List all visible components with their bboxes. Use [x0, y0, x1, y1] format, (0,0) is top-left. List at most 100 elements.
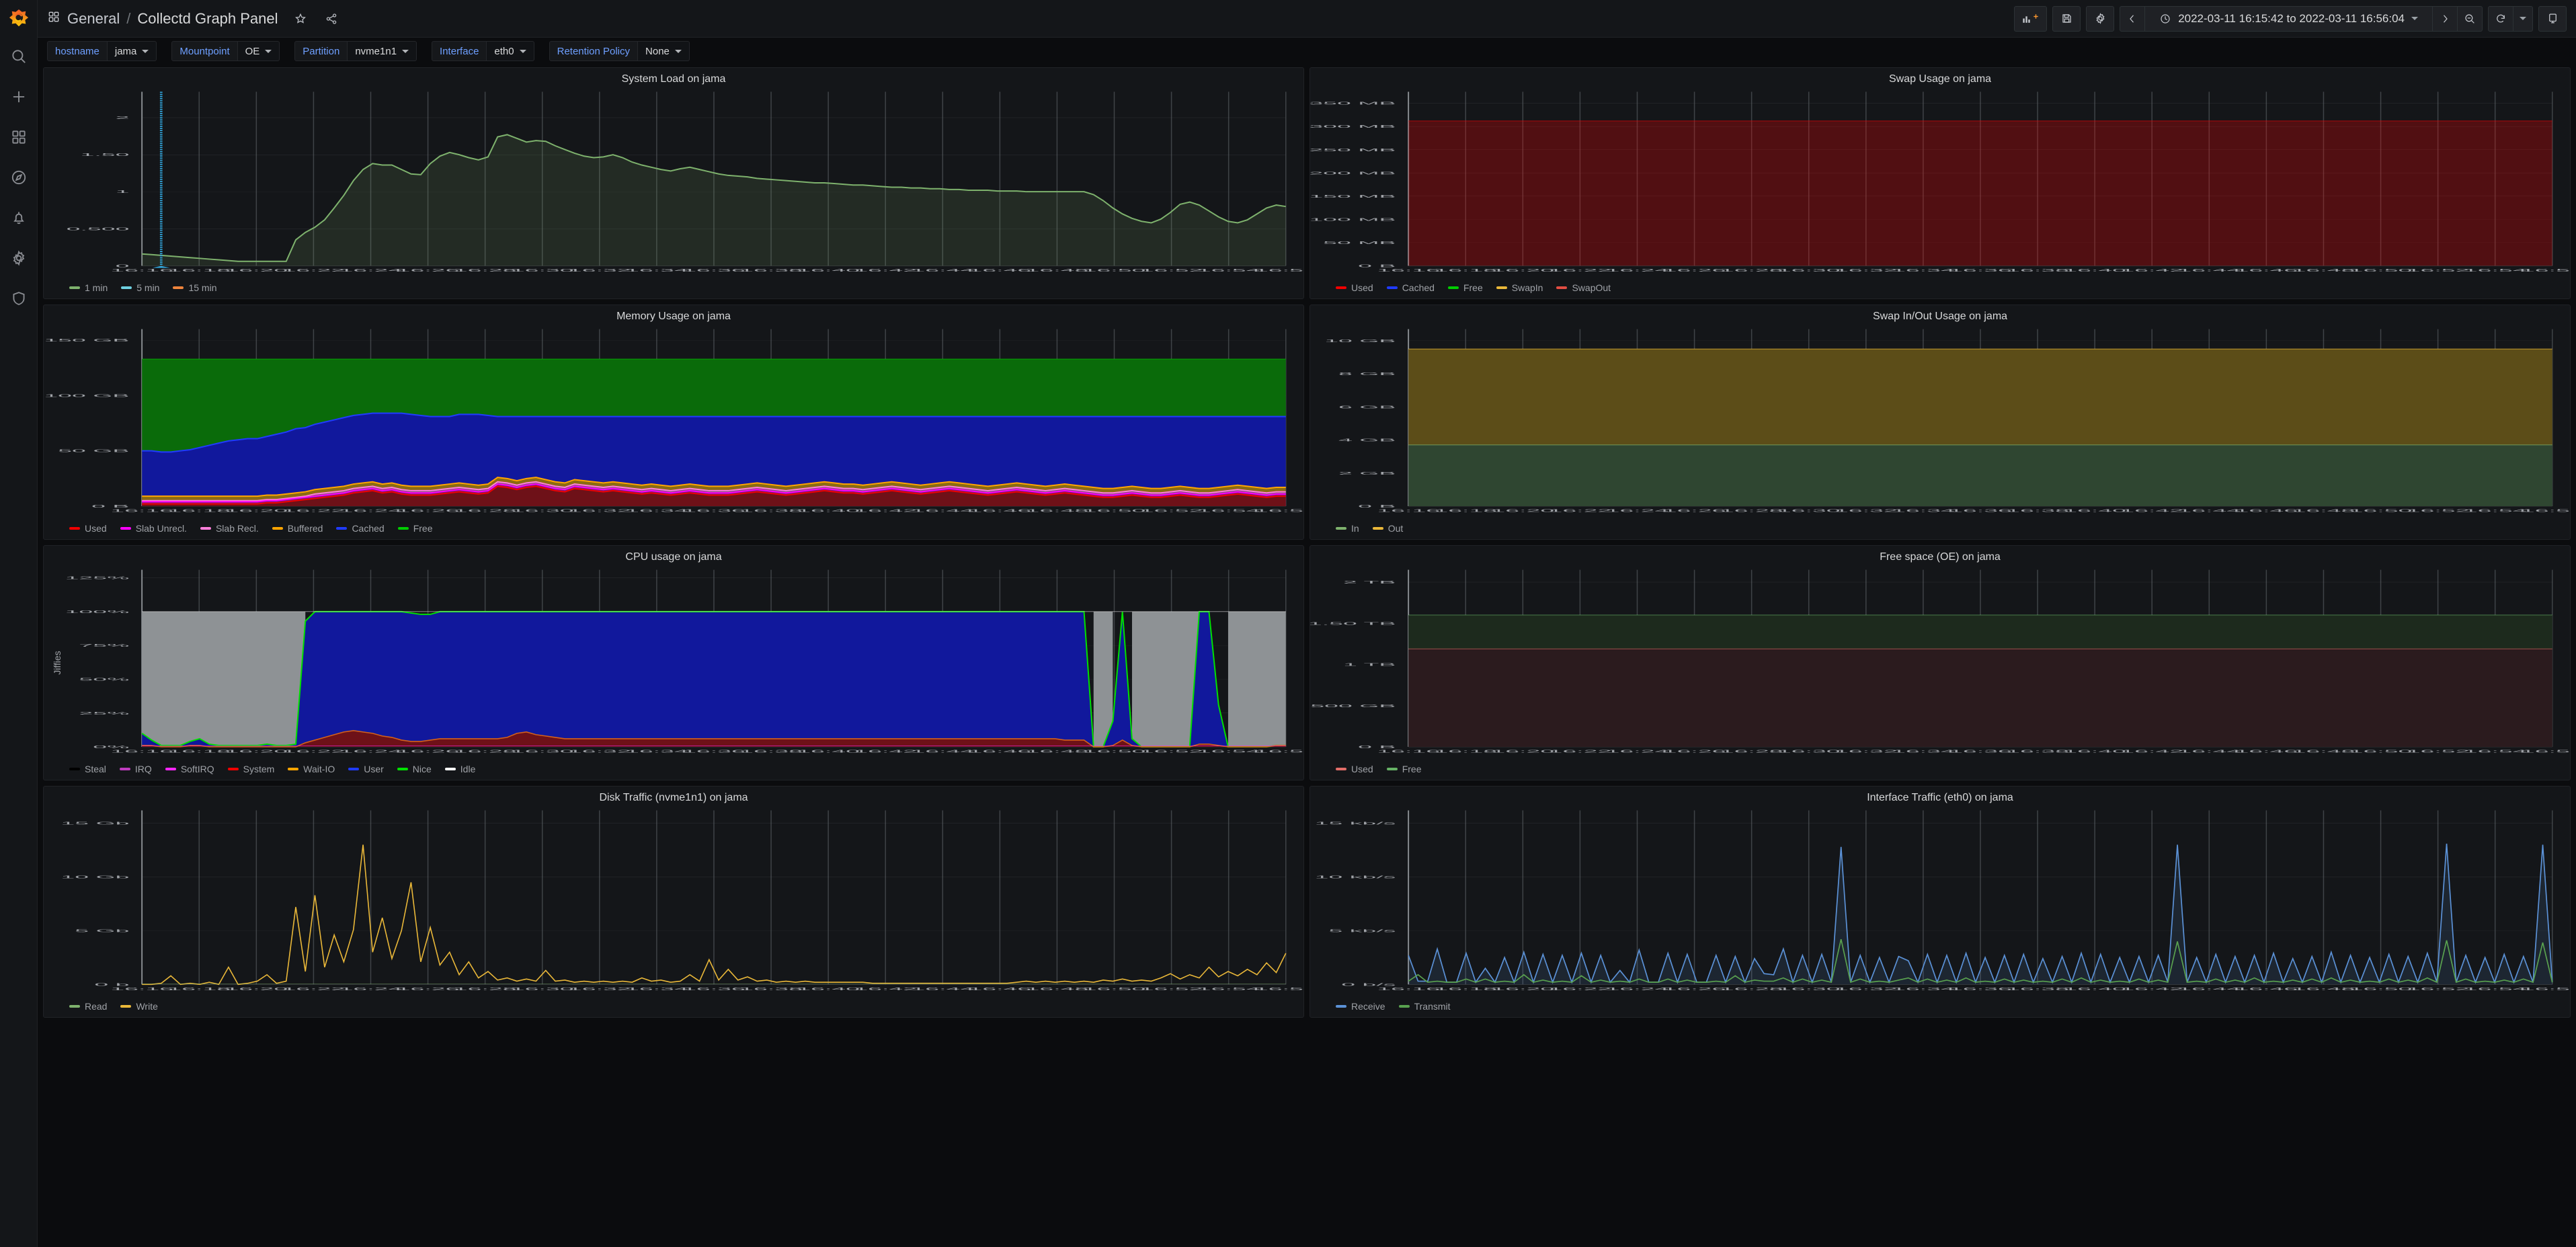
svg-text:16:34: 16:34	[625, 509, 688, 514]
panel-plot-area[interactable]: 0 B 500 GB 1 TB 1.50 TB 2 TB 16:16 16:18 16:20 1…	[1310, 565, 2570, 761]
panel-title[interactable]: Disk Traffic (nvme1n1) on jama	[44, 787, 1303, 805]
chart-canvas[interactable]: 0 B 50 GB 100 GB 150 GB 16:16 16:18 16:20 16:22…	[44, 324, 1303, 520]
legend-item[interactable]: Receive	[1336, 1001, 1385, 1012]
legend-item[interactable]: Buffered	[272, 523, 323, 534]
add-panel-button[interactable]	[2014, 5, 2048, 32]
legend-item[interactable]: 15 min	[173, 282, 217, 293]
legend-item[interactable]: Used	[1336, 764, 1373, 774]
legend-item[interactable]: Nice	[397, 764, 432, 774]
variable-value-dropdown[interactable]: None	[638, 41, 690, 61]
svg-text:16:36: 16:36	[1949, 750, 2012, 754]
legend-item[interactable]: In	[1336, 523, 1359, 534]
legend-item[interactable]: Transmit	[1398, 1001, 1451, 1012]
time-shift-back-button[interactable]	[2120, 5, 2146, 32]
grafana-logo[interactable]	[0, 0, 38, 38]
panel-system-load[interactable]: System Load on jama 0 0.500 1 1.50 2 16:16 16:1…	[43, 67, 1304, 299]
panel-title[interactable]: Swap In/Out Usage on jama	[1310, 305, 2570, 324]
panel-interface-traffic[interactable]: Interface Traffic (eth0) on jama 0 b/s 5 k…	[1310, 786, 2571, 1018]
legend-item[interactable]: 1 min	[69, 282, 108, 293]
chart-canvas[interactable]: 0 b5 Gb 10 Gb 15 Gb 16:16 16:18 16:20 16:22 16:…	[44, 805, 1303, 998]
legend-item[interactable]: Out	[1372, 523, 1403, 534]
panel-title[interactable]: Free space (OE) on jama	[1310, 546, 2570, 565]
legend-item[interactable]: Free	[1447, 282, 1483, 293]
sidebar-item-server-admin[interactable]	[0, 280, 38, 320]
panel-title[interactable]: Swap Usage on jama	[1310, 68, 2570, 87]
panel-plot-area[interactable]: 0 B 50 GB 100 GB 150 GB 16:16 16:18 16:20 16:22…	[44, 324, 1303, 520]
svg-text:16:54: 16:54	[2464, 509, 2527, 514]
panel-plot-area[interactable]: 0 b/s 5 kb/s 10 kb/s 15 kb/s 16:16 16:18 16:20…	[1310, 805, 2570, 998]
legend-item[interactable]: Free	[397, 523, 433, 534]
legend-item[interactable]: System	[227, 764, 274, 774]
panel-swap-usage[interactable]: Swap Usage on jama 0 B 50 MB 100 MB 150 MB 20…	[1310, 67, 2571, 299]
legend-item[interactable]: Slab Unrecl.	[120, 523, 187, 534]
chart-canvas[interactable]: 0 B2 GB 4 GB 6 GB 8 GB 10 GB 16:16 16:18 16:20 1…	[1310, 324, 2570, 520]
chart-canvas[interactable]: 0 b/s 5 kb/s 10 kb/s 15 kb/s 16:16 16:18 16:20…	[1310, 805, 2570, 998]
breadcrumb-separator: /	[126, 9, 131, 27]
legend-item[interactable]: Slab Recl.	[200, 523, 259, 534]
chart-canvas[interactable]: 0 B 500 GB 1 TB 1.50 TB 2 TB 16:16 16:18 16:20 1…	[1310, 565, 2570, 761]
variable-value-dropdown[interactable]: nvme1n1	[348, 41, 417, 61]
panel-plot-area[interactable]: 0 B2 GB 4 GB 6 GB 8 GB 10 GB 16:16 16:18 16:20 1…	[1310, 324, 2570, 520]
time-shift-forward-button[interactable]	[2433, 5, 2458, 32]
variable-value-dropdown[interactable]: OE	[237, 41, 280, 61]
legend-item[interactable]: Write	[120, 1001, 158, 1012]
legend-item[interactable]: Wait-IO	[288, 764, 335, 774]
panel-free-space[interactable]: Free space (OE) on jama 0 B 500 GB 1 TB 1.50…	[1310, 545, 2571, 780]
sidebar-item-search[interactable]	[0, 38, 38, 78]
chart-canvas[interactable]: 0 0.500 1 1.50 2 16:16 16:18 16:20 16:22 16:24 16:…	[44, 87, 1303, 280]
chart-canvas[interactable]: 0% 25% 50% 75% 100% 125% 16:16 16:18 16:20 16:22 1…	[44, 565, 1303, 761]
legend-item[interactable]: IRQ	[119, 764, 152, 774]
sidebar-item-configuration[interactable]	[0, 239, 38, 280]
refresh-interval-dropdown[interactable]	[2513, 5, 2533, 32]
legend-item[interactable]: Cached	[336, 523, 385, 534]
variable-value-dropdown[interactable]: eth0	[487, 41, 534, 61]
panel-plot-area[interactable]: 0 0.500 1 1.50 2 16:16 16:18 16:20 16:22 16:24 16:…	[44, 87, 1303, 280]
sidebar-item-alerting[interactable]	[0, 199, 38, 239]
save-dashboard-button[interactable]	[2052, 5, 2081, 32]
legend-item[interactable]: SwapIn	[1496, 282, 1543, 293]
legend-item[interactable]: Used	[1336, 282, 1373, 293]
breadcrumb-folder[interactable]: General	[67, 10, 120, 28]
legend-item[interactable]: Idle	[444, 764, 475, 774]
panel-title[interactable]: Memory Usage on jama	[44, 305, 1303, 324]
sidebar-item-explore[interactable]	[0, 159, 38, 199]
time-range-controls: 2022-03-11 16:15:42 to 2022-03-11 16:56:…	[2120, 5, 2483, 32]
svg-text:16:26: 16:26	[1663, 509, 1726, 514]
time-picker-button[interactable]: 2022-03-11 16:15:42 to 2022-03-11 16:56:…	[2145, 5, 2433, 32]
panel-title[interactable]: CPU usage on jama	[44, 546, 1303, 565]
legend-item[interactable]: Read	[69, 1001, 107, 1012]
panel-title[interactable]: System Load on jama	[44, 68, 1303, 87]
legend-item[interactable]: Cached	[1386, 282, 1435, 293]
panel-cpu-usage[interactable]: CPU usage on jama 0% 25% 50% 75% 100% 125% 16:1…	[43, 545, 1304, 780]
star-icon[interactable]	[292, 10, 309, 28]
panel-plot-area[interactable]: 0 B 50 MB 100 MB 150 MB 200 MB 250 MB 300 MB 35…	[1310, 87, 2570, 280]
sidebar-item-dashboards[interactable]	[0, 118, 38, 159]
panel-memory-usage[interactable]: Memory Usage on jama 0 B 50 GB 100 GB 150 GB…	[43, 305, 1304, 540]
chevron-down-icon	[2411, 17, 2418, 20]
refresh-button[interactable]	[2488, 5, 2513, 32]
share-icon[interactable]	[323, 10, 340, 28]
legend-item[interactable]: SoftIRQ	[165, 764, 214, 774]
legend-item[interactable]: SwapOut	[1556, 282, 1611, 293]
panel-title[interactable]: Interface Traffic (eth0) on jama	[1310, 787, 2570, 805]
svg-text:16:44: 16:44	[911, 750, 974, 754]
dashboard-settings-button[interactable]	[2086, 5, 2115, 32]
legend-item[interactable]: Free	[1386, 764, 1421, 774]
panel-plot-area[interactable]: 0 b5 Gb 10 Gb 15 Gb 16:16 16:18 16:20 16:22 16:…	[44, 805, 1303, 998]
panel-plot-area[interactable]: 0% 25% 50% 75% 100% 125% 16:16 16:18 16:20 16:22 1…	[44, 565, 1303, 761]
chart-canvas[interactable]: 0 B 50 MB 100 MB 150 MB 200 MB 250 MB 300 MB 35…	[1310, 87, 2570, 280]
legend-item[interactable]: Used	[69, 523, 107, 534]
variable-value-dropdown[interactable]: jama	[107, 41, 157, 61]
legend-item[interactable]: 5 min	[121, 282, 159, 293]
panel-legend: Steal IRQ SoftIRQ System Wait-IO User Nice Idle	[44, 761, 1303, 780]
sidebar-item-create[interactable]	[0, 78, 38, 118]
legend-item[interactable]: User	[348, 764, 384, 774]
svg-text:16:34: 16:34	[1892, 268, 1955, 272]
tv-mode-button[interactable]	[2538, 5, 2567, 32]
zoom-out-time-button[interactable]	[2458, 5, 2483, 32]
panel-disk-traffic[interactable]: Disk Traffic (nvme1n1) on jama 0 b 5 Gb 10 …	[43, 786, 1304, 1018]
page-title[interactable]: Collectd Graph Panel	[137, 10, 278, 28]
svg-text:16:42: 16:42	[2120, 509, 2183, 514]
panel-swap-inout[interactable]: Swap In/Out Usage on jama 0 B 2 GB 4 GB 6 GB…	[1310, 305, 2571, 540]
legend-item[interactable]: Steal	[69, 764, 106, 774]
